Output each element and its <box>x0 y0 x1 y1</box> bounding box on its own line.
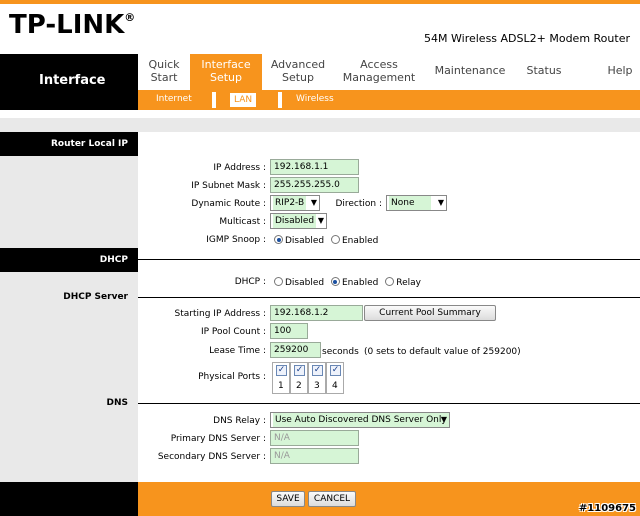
tab-access-management[interactable]: Access Management <box>334 54 424 90</box>
dhcp-disabled-label: Disabled <box>285 278 325 288</box>
section-router-local-ip: Router Local IP <box>0 132 138 156</box>
section-rule <box>138 297 640 298</box>
subnet-mask-label: IP Subnet Mask : <box>191 181 266 191</box>
igmp-snoop-options: Disabled Enabled <box>274 235 378 246</box>
watermark: #1109675 <box>578 503 636 514</box>
chevron-down-icon: ▼ <box>437 198 444 207</box>
ip-address-label: IP Address : <box>213 163 266 173</box>
port-3-checkbox[interactable]: ✓ <box>312 365 323 376</box>
footer-left <box>0 482 138 516</box>
dhcp-relay-label: Relay <box>396 278 421 288</box>
primary-dns-label: Primary DNS Server : <box>170 434 266 444</box>
tab-quick-start[interactable]: Quick Start <box>138 54 190 90</box>
port-2-checkbox[interactable]: ✓ <box>294 365 305 376</box>
brand-logo: TP-LINK® <box>9 10 136 40</box>
tab-maintenance[interactable]: Maintenance <box>428 54 512 90</box>
lease-time-unit: seconds <box>322 347 359 357</box>
dhcp-disabled-radio[interactable] <box>274 277 283 286</box>
nav-section-title: Interface <box>0 54 138 110</box>
left-column <box>0 132 138 482</box>
dhcp-mode-options: Disabled Enabled Relay <box>274 277 421 288</box>
starting-ip-input[interactable]: 192.168.1.2 <box>270 305 363 321</box>
secondary-dns-label: Secondary DNS Server : <box>157 452 266 462</box>
header-bar: TP-LINK® 54M Wireless ADSL2+ Modem Route… <box>0 0 640 54</box>
dhcp-relay-radio[interactable] <box>385 277 395 286</box>
ip-address-input[interactable]: 192.168.1.1 <box>270 159 359 175</box>
port-1-checkbox[interactable]: ✓ <box>276 365 287 376</box>
multicast-select[interactable]: Disabled ▼ <box>270 213 327 229</box>
tab-advanced-setup[interactable]: Advanced Setup <box>262 54 334 90</box>
igmp-enabled-label: Enabled <box>341 236 379 246</box>
subtab-divider <box>278 92 282 108</box>
igmp-disabled-label: Disabled <box>285 236 325 246</box>
direction-label: Direction : <box>335 199 382 209</box>
dhcp-enabled-label: Enabled <box>341 278 379 288</box>
ip-pool-count-input[interactable]: 100 <box>270 323 308 339</box>
starting-ip-label: Starting IP Address : <box>174 309 266 319</box>
port-2-number: 2 <box>296 381 302 391</box>
model-name: 54M Wireless ADSL2+ Modem Router <box>424 32 630 45</box>
primary-dns-input[interactable]: N/A <box>270 430 359 446</box>
section-rule <box>138 259 640 260</box>
chevron-down-icon: ▼ <box>317 216 324 225</box>
port-4-checkbox[interactable]: ✓ <box>330 365 341 376</box>
dhcp-mode-label: DHCP : <box>234 277 266 287</box>
subtab-divider <box>212 92 216 108</box>
section-rule <box>138 403 640 404</box>
spacer-bar <box>0 118 640 132</box>
dns-relay-select[interactable]: Use Auto Discovered DNS Server Only ▼ <box>270 412 450 428</box>
dhcp-enabled-radio[interactable] <box>330 277 340 286</box>
lease-time-note: (0 sets to default value of 259200) <box>364 347 521 357</box>
igmp-enabled-radio[interactable] <box>330 235 340 244</box>
cancel-button[interactable]: CANCEL <box>308 491 356 507</box>
port-4-number: 4 <box>332 381 338 391</box>
section-dhcp-server: DHCP Server <box>63 292 128 302</box>
tab-interface-setup[interactable]: Interface Setup <box>190 54 262 90</box>
section-dns: DNS <box>106 398 129 408</box>
sub-nav: Internet LAN Wireless <box>138 90 640 110</box>
subtab-wireless[interactable]: Wireless <box>296 94 334 104</box>
current-pool-summary-button[interactable]: Current Pool Summary <box>364 305 496 321</box>
port-1-number: 1 <box>278 381 284 391</box>
dynamic-route-label: Dynamic Route : <box>191 199 266 209</box>
port-3-number: 3 <box>314 381 320 391</box>
tab-status[interactable]: Status <box>516 54 572 90</box>
dns-relay-label: DNS Relay : <box>213 416 266 426</box>
ip-pool-count-label: IP Pool Count : <box>200 327 266 337</box>
multicast-label: Multicast : <box>219 217 266 227</box>
direction-select[interactable]: None ▼ <box>386 195 447 211</box>
save-button[interactable]: SAVE <box>271 491 305 507</box>
main-nav: Interface Quick Start Interface Setup Adva… <box>0 54 640 110</box>
footer-right <box>138 482 640 516</box>
chevron-down-icon: ▼ <box>440 415 447 424</box>
subtab-lan[interactable]: LAN <box>230 93 257 107</box>
subnet-mask-input[interactable]: 255.255.255.0 <box>270 177 359 193</box>
section-dhcp: DHCP <box>0 248 138 272</box>
physical-ports-label: Physical Ports : <box>198 372 266 382</box>
lease-time-label: Lease Time : <box>209 346 266 356</box>
subtab-internet[interactable]: Internet <box>156 94 192 104</box>
secondary-dns-input[interactable]: N/A <box>270 448 359 464</box>
igmp-snoop-label: IGMP Snoop : <box>206 235 266 245</box>
tab-help[interactable]: Help <box>600 54 640 90</box>
lease-time-input[interactable]: 259200 <box>270 342 321 358</box>
igmp-disabled-radio[interactable] <box>274 235 283 244</box>
